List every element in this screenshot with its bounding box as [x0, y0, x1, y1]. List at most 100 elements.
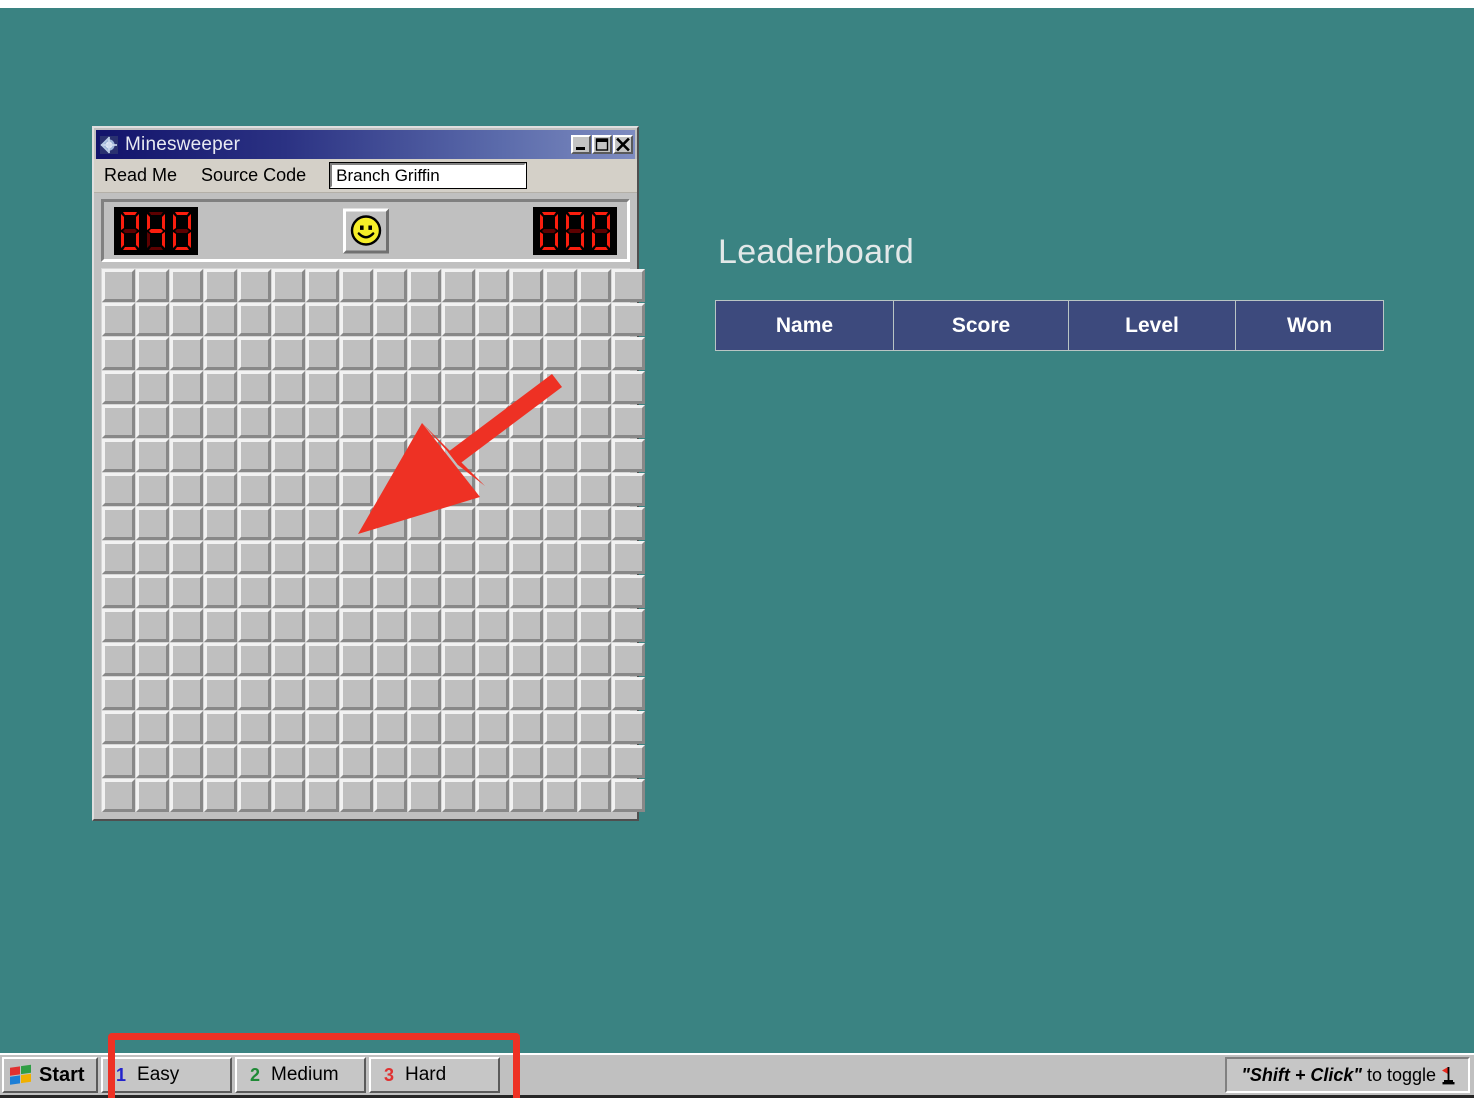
minefield-cell[interactable] — [442, 711, 475, 744]
minefield-cell[interactable] — [578, 269, 611, 302]
minefield-cell[interactable] — [442, 745, 475, 778]
minefield-cell[interactable] — [204, 643, 237, 676]
minefield-cell[interactable] — [136, 643, 169, 676]
minefield-cell[interactable] — [442, 677, 475, 710]
minefield-cell[interactable] — [374, 439, 407, 472]
minefield-cell[interactable] — [102, 541, 135, 574]
minefield-cell[interactable] — [476, 575, 509, 608]
minefield-cell[interactable] — [136, 677, 169, 710]
minefield-cell[interactable] — [544, 745, 577, 778]
minefield-cell[interactable] — [272, 405, 305, 438]
minefield-cell[interactable] — [442, 473, 475, 506]
minefield-cell[interactable] — [238, 269, 271, 302]
minefield-cell[interactable] — [204, 507, 237, 540]
minefield-cell[interactable] — [102, 779, 135, 812]
column-header-score[interactable]: Score — [893, 300, 1069, 351]
minefield-cell[interactable] — [408, 405, 441, 438]
minefield-cell[interactable] — [510, 575, 543, 608]
minefield-cell[interactable] — [510, 609, 543, 642]
minefield-cell[interactable] — [578, 575, 611, 608]
minefield-cell[interactable] — [204, 609, 237, 642]
minefield-cell[interactable] — [170, 507, 203, 540]
minefield-cell[interactable] — [374, 575, 407, 608]
minefield-cell[interactable] — [476, 711, 509, 744]
reset-smiley-button[interactable] — [342, 208, 389, 253]
difficulty-button-hard[interactable]: 3 Hard — [369, 1057, 500, 1093]
minefield-cell[interactable] — [476, 745, 509, 778]
minefield-cell[interactable] — [170, 643, 203, 676]
minefield-cell[interactable] — [238, 541, 271, 574]
minefield-cell[interactable] — [408, 507, 441, 540]
minefield-cell[interactable] — [578, 779, 611, 812]
difficulty-button-easy[interactable]: 1 Easy — [101, 1057, 232, 1093]
minefield-cell[interactable] — [238, 439, 271, 472]
minefield-cell[interactable] — [476, 643, 509, 676]
minefield-cell[interactable] — [204, 405, 237, 438]
minefield-cell[interactable] — [612, 303, 645, 336]
minefield-cell[interactable] — [204, 371, 237, 404]
minefield-cell[interactable] — [578, 711, 611, 744]
minefield-cell[interactable] — [340, 779, 373, 812]
minefield-cell[interactable] — [476, 473, 509, 506]
minefield-cell[interactable] — [408, 609, 441, 642]
minefield-cell[interactable] — [170, 303, 203, 336]
minefield-cell[interactable] — [476, 371, 509, 404]
minefield-cell[interactable] — [612, 779, 645, 812]
minefield-cell[interactable] — [340, 439, 373, 472]
minefield-cell[interactable] — [442, 779, 475, 812]
minefield-cell[interactable] — [374, 745, 407, 778]
minefield-cell[interactable] — [204, 473, 237, 506]
minefield-cell[interactable] — [272, 643, 305, 676]
minefield-cell[interactable] — [510, 779, 543, 812]
minefield-cell[interactable] — [238, 405, 271, 438]
minefield-cell[interactable] — [204, 711, 237, 744]
minefield-cell[interactable] — [442, 405, 475, 438]
minefield-cell[interactable] — [476, 269, 509, 302]
minefield-cell[interactable] — [306, 405, 339, 438]
player-name-input[interactable] — [329, 162, 528, 189]
minefield-cell[interactable] — [408, 303, 441, 336]
minefield-cell[interactable] — [510, 439, 543, 472]
minefield-cell[interactable] — [408, 745, 441, 778]
minefield-cell[interactable] — [238, 711, 271, 744]
minefield-cell[interactable] — [544, 439, 577, 472]
minefield-cell[interactable] — [272, 745, 305, 778]
minefield-cell[interactable] — [442, 609, 475, 642]
minefield-cell[interactable] — [306, 575, 339, 608]
minefield-cell[interactable] — [136, 609, 169, 642]
minefield-cell[interactable] — [340, 575, 373, 608]
minefield-cell[interactable] — [306, 371, 339, 404]
column-header-won[interactable]: Won — [1235, 300, 1384, 351]
minefield-cell[interactable] — [612, 711, 645, 744]
minefield-cell[interactable] — [136, 507, 169, 540]
minefield-cell[interactable] — [340, 541, 373, 574]
minefield-cell[interactable] — [544, 677, 577, 710]
minefield-cell[interactable] — [578, 609, 611, 642]
minefield-cell[interactable] — [544, 609, 577, 642]
minefield-cell[interactable] — [340, 371, 373, 404]
minefield-cell[interactable] — [306, 439, 339, 472]
minefield-cell[interactable] — [612, 609, 645, 642]
minefield-cell[interactable] — [272, 677, 305, 710]
minefield-cell[interactable] — [102, 303, 135, 336]
minefield-cell[interactable] — [408, 677, 441, 710]
minefield-cell[interactable] — [476, 303, 509, 336]
minefield-cell[interactable] — [306, 779, 339, 812]
close-icon[interactable] — [613, 135, 633, 154]
window-titlebar[interactable]: Minesweeper — [96, 130, 635, 159]
minefield-cell[interactable] — [340, 711, 373, 744]
minefield-cell[interactable] — [340, 677, 373, 710]
minefield-cell[interactable] — [340, 643, 373, 676]
minefield-cell[interactable] — [374, 473, 407, 506]
minefield-cell[interactable] — [238, 337, 271, 370]
minefield-cell[interactable] — [340, 269, 373, 302]
minefield-cell[interactable] — [136, 575, 169, 608]
minefield-cell[interactable] — [102, 643, 135, 676]
minefield-cell[interactable] — [612, 337, 645, 370]
minefield-cell[interactable] — [340, 405, 373, 438]
minefield-cell[interactable] — [374, 303, 407, 336]
minefield-cell[interactable] — [408, 269, 441, 302]
minefield-cell[interactable] — [170, 575, 203, 608]
minefield-cell[interactable] — [578, 677, 611, 710]
minefield-cell[interactable] — [476, 541, 509, 574]
